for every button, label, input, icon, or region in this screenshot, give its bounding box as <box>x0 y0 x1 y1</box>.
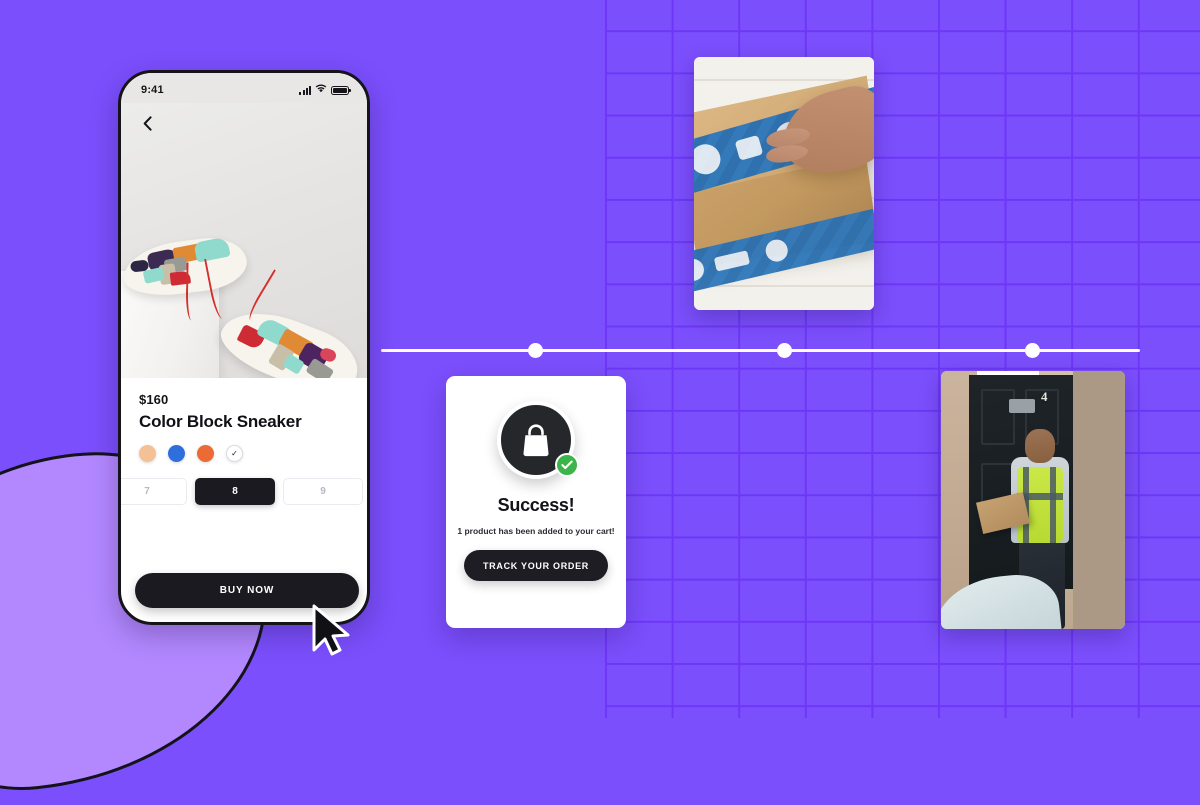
color-swatch-peach[interactable] <box>139 445 156 462</box>
color-swatch-orange[interactable] <box>197 445 214 462</box>
mouse-cursor <box>310 604 354 663</box>
product-title: Color Block Sneaker <box>139 412 302 431</box>
product-price: $160 <box>139 392 169 407</box>
success-card: Success! 1 product has been added to you… <box>446 376 626 628</box>
phone-status-bar: 9:41 <box>121 73 367 103</box>
size-chip-9[interactable]: 9 <box>283 478 363 505</box>
color-swatch-selected[interactable]: ✓ <box>226 445 243 462</box>
status-bar-time: 9:41 <box>141 84 164 96</box>
house-number: 4 <box>1041 389 1048 404</box>
color-swatch-blue[interactable] <box>168 445 185 462</box>
order-progress-timeline <box>381 343 1140 358</box>
success-title: Success! <box>497 495 575 515</box>
check-icon <box>555 453 579 477</box>
buy-now-button[interactable]: BUY NOW <box>135 573 359 608</box>
color-selector: ✓ <box>139 445 349 462</box>
back-button[interactable] <box>135 111 159 135</box>
success-subtitle: 1 product has been added to your cart! <box>457 526 615 536</box>
track-order-button[interactable]: TRACK YOUR ORDER <box>464 550 608 581</box>
success-icon-group <box>497 401 579 479</box>
signal-icon <box>299 85 311 95</box>
timeline-dot-2[interactable] <box>776 343 792 358</box>
size-chip-8[interactable]: 8 <box>195 478 275 505</box>
size-selector: 7 8 9 10 <box>121 478 367 505</box>
size-chip-7[interactable]: 7 <box>121 478 187 505</box>
sneaker-right <box>212 269 367 378</box>
product-image <box>121 103 367 378</box>
timeline-dot-3[interactable] <box>1024 343 1040 358</box>
mail-slot <box>1009 399 1035 413</box>
packing-photo <box>694 57 874 310</box>
delivery-photo: 4 <box>941 371 1125 629</box>
status-bar-icons <box>299 84 352 96</box>
product-info: $160 Color Block Sneaker ✓ 7 8 9 10 <box>121 378 367 505</box>
phone-mockup: 9:41 $160 Color Block Sneaker ✓ 7 8 9 BU… <box>118 70 370 625</box>
courier-head <box>1025 429 1055 463</box>
wifi-icon <box>315 84 327 96</box>
battery-icon <box>331 85 352 95</box>
sneaker-left <box>121 233 250 321</box>
